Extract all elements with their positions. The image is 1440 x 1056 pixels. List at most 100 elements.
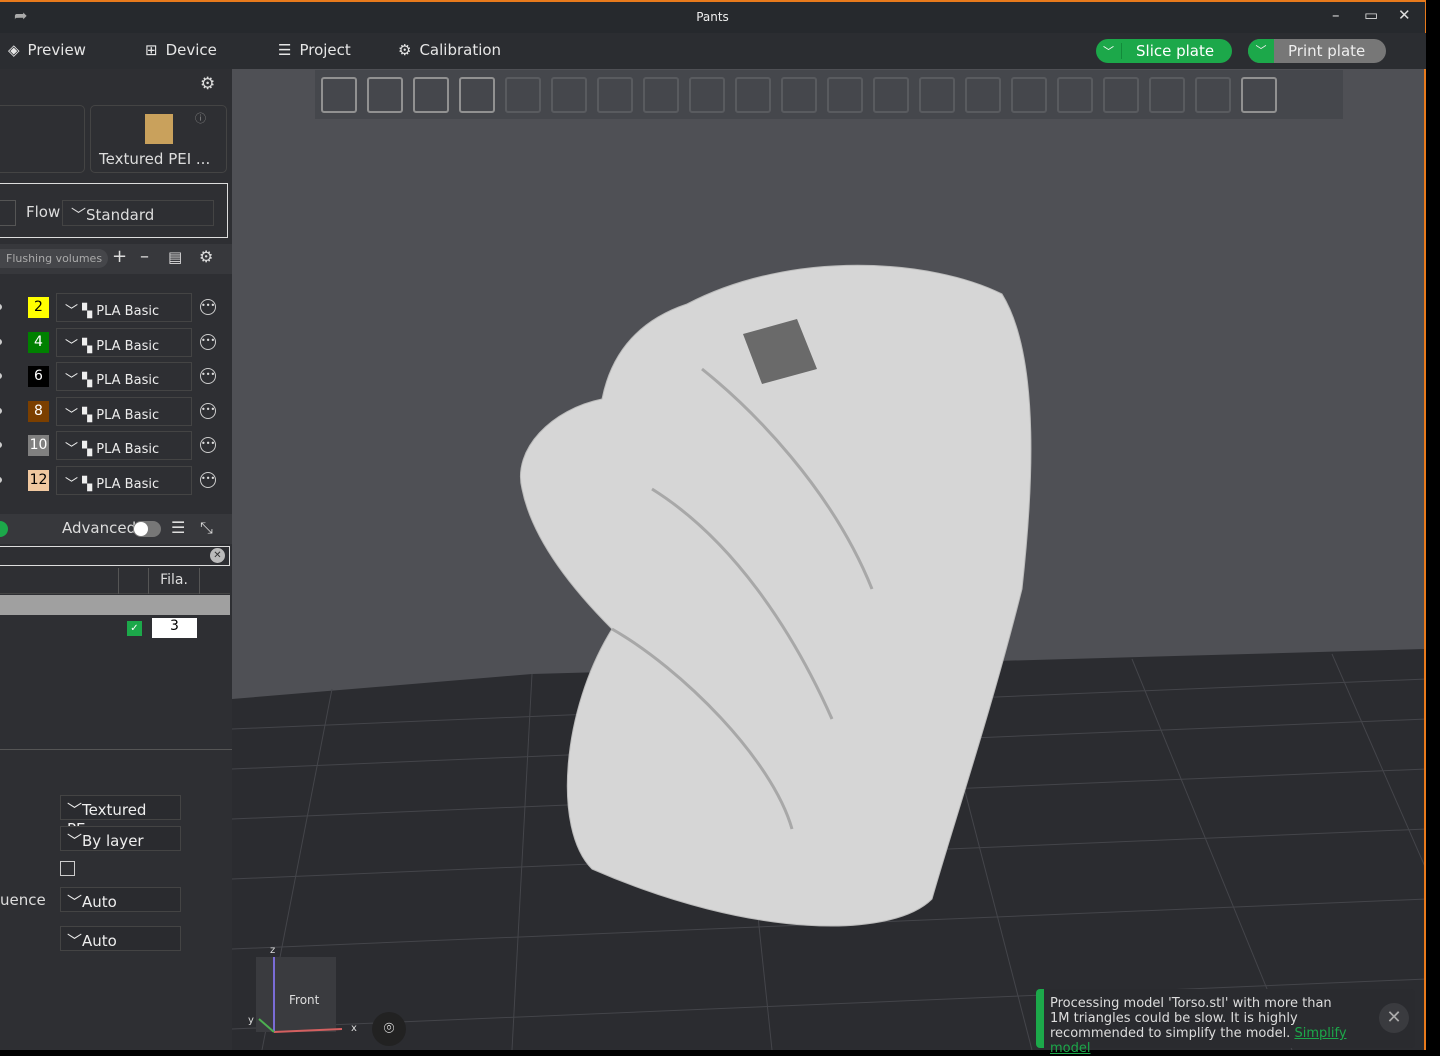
plate-card[interactable]: ⓘ Textured PEI ...	[90, 105, 227, 173]
filament-color-swatch[interactable]: 4	[28, 331, 49, 353]
filament-color-swatch[interactable]: 2	[28, 297, 49, 318]
auto-select-2[interactable]: ﹀Auto	[60, 926, 181, 951]
chevron-down-icon[interactable]: ﹀	[1248, 39, 1274, 63]
field-edge	[0, 200, 16, 226]
filament-number-field[interactable]: 3	[152, 618, 197, 638]
more-icon[interactable]: •••	[200, 437, 216, 454]
add-plate-icon[interactable]	[367, 76, 403, 113]
object-table-header: Fila.	[0, 568, 230, 594]
axis-z-label: z	[270, 945, 276, 956]
list-icon[interactable]: ☰	[171, 518, 185, 537]
support-paint-icon[interactable]	[919, 76, 955, 113]
table-row[interactable]: ✓ 3	[0, 617, 230, 641]
minimize-icon[interactable]: –	[1332, 6, 1340, 24]
add-icon[interactable]: +	[112, 246, 127, 267]
print-sequence-select[interactable]: ﹀By layer	[60, 826, 181, 851]
filament-color-swatch[interactable]: 6	[28, 366, 49, 388]
checkbox[interactable]	[60, 861, 75, 876]
filament-select[interactable]: ﹀ ▚ PLA Basic	[56, 396, 192, 426]
add-object-icon[interactable]	[321, 76, 357, 113]
axis-x-label: x	[351, 1023, 357, 1034]
sync-ams-icon[interactable]: ▤	[168, 248, 182, 266]
object-search-input[interactable]: ✕	[0, 546, 230, 566]
filament-row: 6 ﹀ ▚ PLA Basic •••	[0, 361, 232, 395]
filament-header: Flushing volumes + – ▤ ⚙	[0, 244, 232, 274]
tab-project[interactable]: ☰ Project	[278, 41, 351, 59]
filament-color-swatch[interactable]: 12	[28, 470, 49, 491]
device-icon: ⊞	[145, 41, 158, 59]
tab-device[interactable]: ⊞ Device	[145, 41, 217, 59]
part-plate-icon[interactable]	[551, 76, 587, 113]
measure-icon[interactable]	[1103, 76, 1139, 113]
advanced-toggle[interactable]	[133, 521, 161, 537]
tab-preview[interactable]: ◈ Preview	[8, 41, 86, 59]
3d-viewport[interactable]: Front z x y ⌾	[232, 69, 1426, 1050]
layers-icon[interactable]	[597, 76, 633, 113]
sequence-value: By layer	[82, 832, 144, 850]
filament-row: 12 ﹀ ▚ PLA Basic •••	[0, 465, 232, 499]
flushing-volumes-button[interactable]: Flushing volumes	[0, 249, 109, 268]
plate-icon	[145, 114, 173, 144]
filament-name: PLA Basic	[96, 407, 160, 423]
filament-name: PLA Basic	[96, 304, 160, 319]
filament-type-icon: ▚	[82, 338, 93, 354]
scale-icon[interactable]	[735, 76, 771, 113]
advanced-label: Advanced	[62, 519, 137, 537]
print-plate-button[interactable]: ﹀ Print plate	[1248, 39, 1386, 63]
maximize-icon[interactable]: ▭	[1364, 6, 1378, 24]
flow-select[interactable]: ﹀Standard	[62, 200, 214, 226]
filament-select[interactable]: ﹀ ▚ PLA Basic	[56, 466, 192, 495]
clear-icon[interactable]: ✕	[210, 548, 225, 563]
remove-icon[interactable]: –	[140, 246, 149, 267]
flow-value: Standard	[86, 206, 155, 224]
more-icon[interactable]: •••	[200, 402, 216, 419]
filament-color-swatch[interactable]: 10	[28, 435, 49, 457]
flow-section: Flow ﹀Standard	[0, 183, 228, 238]
slice-plate-button[interactable]: ﹀ Slice plate	[1096, 39, 1232, 63]
column-filament[interactable]: Fila.	[148, 568, 200, 594]
title-bar: ➦ Pants – ▭ ✕	[0, 0, 1426, 33]
close-icon[interactable]: ✕	[1398, 6, 1411, 24]
gear-icon[interactable]: ⚙	[200, 74, 215, 94]
plate-type-select[interactable]: ﹀Textured PE...	[60, 795, 181, 838]
explode-view-icon[interactable]	[1241, 76, 1277, 113]
axis-gizmo	[258, 957, 343, 1033]
info-icon[interactable]: ⓘ	[195, 110, 206, 126]
move-icon[interactable]	[643, 76, 679, 113]
rotate-icon[interactable]	[689, 76, 725, 113]
divider	[0, 749, 232, 750]
cut-icon[interactable]	[827, 76, 863, 113]
arrange-icon[interactable]	[459, 76, 495, 113]
fit-icon[interactable]	[1195, 76, 1231, 113]
checkbox-checked[interactable]: ✓	[127, 621, 142, 636]
auto-orient-icon[interactable]	[413, 76, 449, 113]
close-icon[interactable]: ✕	[1379, 1003, 1409, 1033]
filament-select[interactable]: ﹀ ▚ PLA Basic	[56, 431, 192, 461]
tab-calibration[interactable]: ⚙ Calibration	[398, 41, 501, 59]
table-row-plate[interactable]	[0, 595, 230, 615]
lay-on-face-icon[interactable]	[781, 76, 817, 113]
boolean-icon[interactable]	[873, 76, 909, 113]
more-icon[interactable]: •••	[200, 299, 216, 315]
more-icon[interactable]: •••	[200, 472, 216, 488]
text-icon[interactable]	[1011, 76, 1047, 113]
filament-type-icon: ▚	[82, 477, 93, 492]
sequence-label: uence	[0, 891, 46, 909]
gear-icon[interactable]: ⚙	[199, 247, 213, 266]
collapse-icon[interactable]: ⤡	[200, 518, 213, 538]
objects-header: Advanced ☰ ⤡	[0, 514, 232, 544]
object-plate-icon[interactable]	[505, 76, 541, 113]
auto-select-1[interactable]: ﹀Auto	[60, 887, 181, 912]
printer-card[interactable]	[0, 105, 85, 173]
filament-select[interactable]: ﹀ ▚ PLA Basic	[56, 362, 192, 392]
color-paint-icon[interactable]	[1057, 76, 1093, 113]
seam-paint-icon[interactable]	[965, 76, 1001, 113]
filament-select[interactable]: ﹀ ▚ PLA Basic	[56, 327, 192, 357]
chevron-down-icon[interactable]: ﹀	[1096, 43, 1122, 59]
reset-view-icon[interactable]: ⌾	[372, 1012, 406, 1046]
filament-select[interactable]: ﹀ ▚ PLA Basic	[56, 293, 192, 322]
more-icon[interactable]: •••	[200, 368, 216, 385]
assembly-icon[interactable]	[1149, 76, 1185, 113]
filament-color-swatch[interactable]: 8	[28, 400, 49, 422]
more-icon[interactable]: •••	[200, 333, 216, 350]
